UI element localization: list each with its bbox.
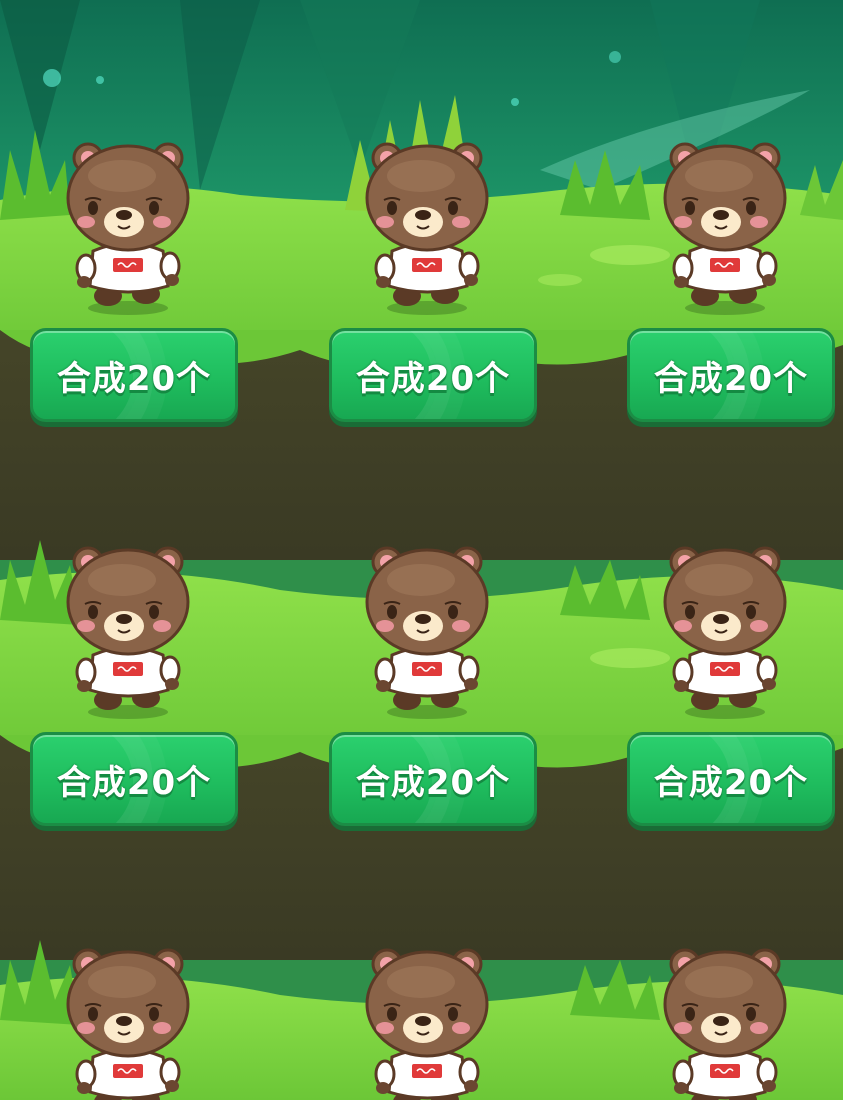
merge-20-button[interactable]: 合成20个 — [627, 328, 835, 422]
bear-character[interactable] — [357, 942, 497, 1100]
game-scene: 合成20个 合成20个 合成20个 合成20个 合成20个 合成20个 — [0, 0, 843, 1100]
bear-slot[interactable] — [655, 942, 795, 1100]
merge-button-label: 合成20个 — [56, 358, 212, 399]
merge-button-label: 合成20个 — [56, 762, 212, 803]
merge-20-button[interactable]: 合成20个 — [329, 328, 537, 422]
bear-character[interactable] — [357, 136, 497, 316]
bear-slot[interactable] — [655, 136, 795, 316]
bear-slot[interactable] — [58, 540, 198, 720]
bear-slot[interactable] — [655, 540, 795, 720]
bear-character[interactable] — [58, 136, 198, 316]
bear-character[interactable] — [655, 540, 795, 720]
merge-20-button[interactable]: 合成20个 — [627, 732, 835, 826]
merge-button-label: 合成20个 — [653, 358, 809, 399]
merge-20-button[interactable]: 合成20个 — [30, 732, 238, 826]
merge-20-button[interactable]: 合成20个 — [30, 328, 238, 422]
merge-button-label: 合成20个 — [355, 358, 511, 399]
bear-slot[interactable] — [357, 942, 497, 1100]
merge-20-button[interactable]: 合成20个 — [329, 732, 537, 826]
bear-character[interactable] — [357, 540, 497, 720]
bear-character[interactable] — [58, 942, 198, 1100]
merge-button-label: 合成20个 — [355, 762, 511, 803]
bear-slot[interactable] — [357, 540, 497, 720]
bear-slot[interactable] — [357, 136, 497, 316]
bear-slot[interactable] — [58, 942, 198, 1100]
bear-slot[interactable] — [58, 136, 198, 316]
merge-button-label: 合成20个 — [653, 762, 809, 803]
bear-character[interactable] — [655, 136, 795, 316]
bear-character[interactable] — [655, 942, 795, 1100]
bear-character[interactable] — [58, 540, 198, 720]
